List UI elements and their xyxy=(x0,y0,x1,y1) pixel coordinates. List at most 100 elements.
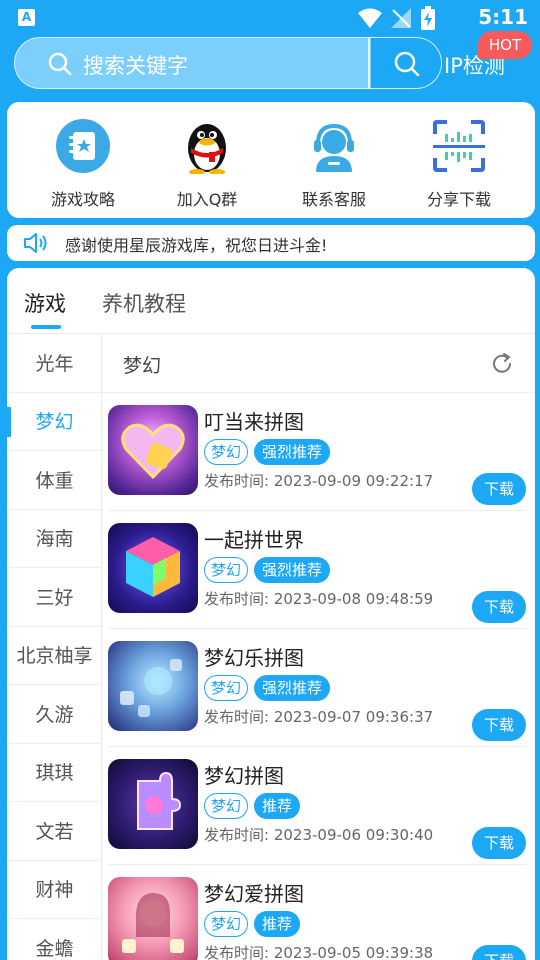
tag-recommend: 强烈推荐 xyxy=(254,675,331,701)
game-tags: 梦幻 推荐 xyxy=(204,793,301,819)
tag-recommend: 推荐 xyxy=(254,911,301,937)
sidebar-item[interactable]: 久游 xyxy=(7,686,102,744)
game-thumbnail xyxy=(108,759,198,849)
sidebar-item[interactable]: 光年 xyxy=(7,335,102,393)
quick-menu: 游戏攻略 加入Q群 联系客服 分享下载 xyxy=(7,102,535,218)
sidebar-item[interactable]: 三好 xyxy=(7,569,102,627)
search-divider xyxy=(368,38,370,88)
search-icon xyxy=(48,52,72,76)
wifi-icon xyxy=(358,8,382,28)
quick-label: 分享下载 xyxy=(426,190,491,209)
date-value: 2023-09-07 09:36:37 xyxy=(273,708,434,726)
notice-bar: 感谢使用星辰游戏库，祝您日进斗金! xyxy=(7,225,535,261)
publish-date: 发布时间: 2023-09-05 09:39:38 xyxy=(204,942,433,960)
status-bar: A 5:11 xyxy=(0,0,540,36)
tag-category: 梦幻 xyxy=(204,911,249,937)
cube-icon xyxy=(126,537,180,597)
date-value: 2023-09-06 09:30:40 xyxy=(273,826,434,844)
game-name: 梦幻爱拼图 xyxy=(204,882,304,906)
quick-label: 联系客服 xyxy=(301,190,366,209)
sidebar-item[interactable]: 体重 xyxy=(7,452,102,510)
game-name: 叮当来拼图 xyxy=(204,410,304,434)
search-icon xyxy=(394,51,420,77)
game-row[interactable]: 梦幻爱拼图 梦幻 推荐 发布时间: 2023-09-05 09:39:38 下载 xyxy=(108,865,526,960)
sidebar-item-label: 梦幻 xyxy=(35,411,74,433)
date-label: 发布时间: xyxy=(204,708,270,726)
publish-date: 发布时间: 2023-09-08 09:48:59 xyxy=(204,588,433,609)
notice-text: 感谢使用星辰游戏库，祝您日进斗金! xyxy=(65,236,328,255)
game-thumbnail xyxy=(108,405,198,495)
game-tags: 梦幻 强烈推荐 xyxy=(204,439,331,465)
sidebar-item[interactable]: 财神 xyxy=(7,861,102,919)
download-button[interactable]: 下载 xyxy=(472,945,526,960)
download-button[interactable]: 下载 xyxy=(472,827,526,859)
game-name: 一起拼世界 xyxy=(204,528,304,552)
date-value: 2023-09-05 09:39:38 xyxy=(273,944,434,960)
tab-tutorials[interactable]: 养机教程 xyxy=(102,288,186,318)
heart-puzzle-icon xyxy=(121,423,185,480)
game-list-panel: 梦幻 叮当来拼图 梦幻 强烈推荐 发布时间: 2023-09-09 09:22:… xyxy=(102,335,535,960)
app-screen: A 5:11 搜索关键字 IP检测 HOT 游戏攻略 加入Q群 联系客服 分享下… xyxy=(0,0,540,960)
battery-charging-icon xyxy=(421,6,435,30)
category-header: 梦幻 xyxy=(102,335,535,393)
status-icons xyxy=(358,6,436,30)
game-tags: 梦幻 强烈推荐 xyxy=(204,557,331,583)
game-row[interactable]: 一起拼世界 梦幻 强烈推荐 发布时间: 2023-09-08 09:48:59 … xyxy=(108,511,526,629)
date-label: 发布时间: xyxy=(204,944,270,960)
tag-category: 梦幻 xyxy=(204,557,249,583)
game-row[interactable]: 叮当来拼图 梦幻 强烈推荐 发布时间: 2023-09-09 09:22:17 … xyxy=(108,393,526,511)
search-bar[interactable]: 搜索关键字 xyxy=(14,37,442,89)
tab-bar: 游戏 养机教程 xyxy=(7,268,535,334)
app-notification-icon: A xyxy=(18,9,35,26)
puzzle-girl-icon xyxy=(122,893,184,953)
hot-badge: HOT xyxy=(478,31,532,59)
game-name: 梦幻乐拼图 xyxy=(204,646,304,670)
tag-category: 梦幻 xyxy=(204,439,249,465)
sidebar-item-active[interactable]: 梦幻 xyxy=(7,393,102,451)
game-row[interactable]: 梦幻乐拼图 梦幻 强烈推荐 发布时间: 2023-09-07 09:36:37 … xyxy=(108,629,526,747)
download-button[interactable]: 下载 xyxy=(472,591,526,623)
quick-item-share-download[interactable]: 分享下载 xyxy=(399,118,519,210)
category-sidebar: 光年 梦幻 体重 海南 三好 北京柚享 久游 琪琪 文若 财神 金蟾 xyxy=(7,335,102,960)
main-panel: 游戏 养机教程 光年 梦幻 体重 海南 三好 北京柚享 久游 琪琪 文若 财神 … xyxy=(7,268,535,960)
tag-category: 梦幻 xyxy=(204,793,249,819)
sidebar-item[interactable]: 北京柚享 xyxy=(7,627,102,685)
date-label: 发布时间: xyxy=(204,826,270,844)
game-thumbnail xyxy=(108,523,198,613)
tag-recommend: 强烈推荐 xyxy=(254,557,331,583)
guide-book-icon xyxy=(56,119,110,173)
tab-games[interactable]: 游戏 xyxy=(24,288,66,318)
date-value: 2023-09-08 09:48:59 xyxy=(273,590,434,608)
puzzle-pieces-icon xyxy=(120,659,182,717)
download-button[interactable]: 下载 xyxy=(472,709,526,741)
sidebar-item[interactable]: 琪琪 xyxy=(7,744,102,802)
tag-recommend: 推荐 xyxy=(254,793,301,819)
publish-date: 发布时间: 2023-09-07 09:36:37 xyxy=(204,706,433,727)
publish-date: 发布时间: 2023-09-09 09:22:17 xyxy=(204,470,433,491)
download-button[interactable]: 下载 xyxy=(472,473,526,505)
speaker-icon xyxy=(24,233,47,253)
quick-label: 游戏攻略 xyxy=(50,190,115,209)
game-name: 梦幻拼图 xyxy=(204,764,284,788)
quick-item-guide[interactable]: 游戏攻略 xyxy=(23,118,143,210)
date-value: 2023-09-09 09:22:17 xyxy=(273,472,434,490)
game-tags: 梦幻 推荐 xyxy=(204,911,301,937)
category-title: 梦幻 xyxy=(123,355,162,377)
qq-penguin-icon xyxy=(188,124,226,175)
quick-item-qq-group[interactable]: 加入Q群 xyxy=(147,118,267,210)
search-button[interactable] xyxy=(371,38,441,88)
search-input[interactable]: 搜索关键字 xyxy=(83,50,188,80)
sidebar-item[interactable]: 文若 xyxy=(7,803,102,861)
sidebar-item[interactable]: 金蟾 xyxy=(7,920,102,960)
tab-indicator xyxy=(31,325,61,329)
game-thumbnail xyxy=(108,877,198,960)
game-row[interactable]: 梦幻拼图 梦幻 推荐 发布时间: 2023-09-06 09:30:40 下载 xyxy=(108,747,526,865)
share-scan-icon xyxy=(433,120,485,172)
active-marker xyxy=(7,407,11,437)
signal-off-icon xyxy=(391,8,411,28)
refresh-icon[interactable] xyxy=(489,351,515,377)
quick-item-customer-service[interactable]: 联系客服 xyxy=(274,118,394,210)
customer-service-icon xyxy=(314,123,354,172)
clock: 5:11 xyxy=(478,5,528,29)
sidebar-item[interactable]: 海南 xyxy=(7,510,102,568)
